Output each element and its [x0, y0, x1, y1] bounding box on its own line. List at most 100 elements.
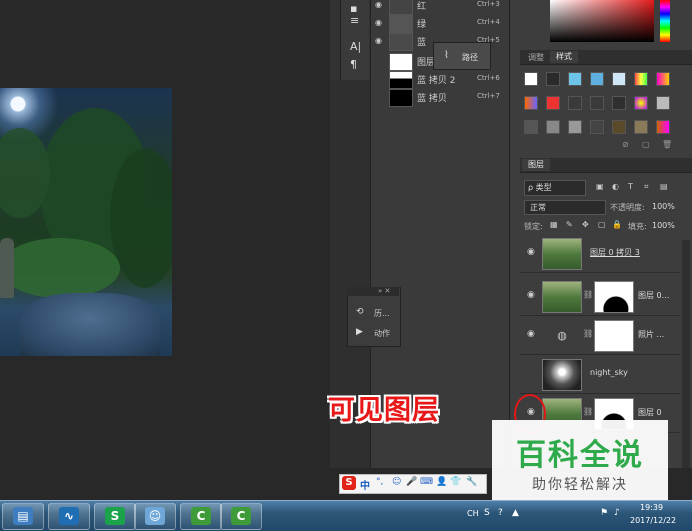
style-none-swatch[interactable] — [524, 72, 538, 86]
style-swatch[interactable] — [568, 72, 582, 86]
delete-style-icon[interactable]: 🗑 — [662, 140, 672, 149]
layer-row[interactable]: ◉ 图层 0 拷贝 3 — [520, 234, 680, 273]
paragraph-icon[interactable]: ¶ — [350, 58, 357, 71]
clock-date[interactable]: 2017/12/22 — [630, 516, 676, 525]
style-swatch[interactable] — [590, 96, 604, 110]
style-swatch[interactable] — [634, 96, 648, 110]
taskbar-item-explorer[interactable]: ▤ — [2, 503, 44, 530]
filter-pixel-icon[interactable]: ▣ — [596, 182, 604, 191]
style-swatch[interactable] — [612, 96, 626, 110]
eye-icon[interactable]: ◉ — [375, 0, 385, 9]
layer-name[interactable]: 图层 0 拷贝 3 — [590, 247, 640, 258]
style-swatch[interactable] — [634, 120, 648, 134]
tools-icon[interactable]: 🔧 — [466, 477, 477, 487]
chevron-up-icon[interactable]: ▲ — [512, 508, 519, 518]
lock-pixels-icon[interactable]: ✎ — [566, 220, 573, 229]
style-swatch[interactable] — [546, 120, 560, 134]
layer-mask-thumbnail[interactable] — [594, 281, 634, 313]
eye-icon[interactable]: ◉ — [527, 329, 535, 339]
style-swatch[interactable] — [656, 120, 670, 134]
style-swatch[interactable] — [524, 96, 538, 110]
history-icon[interactable]: ⟲ — [356, 307, 364, 317]
document-image[interactable] — [0, 88, 172, 356]
history-tab-label[interactable]: 历... — [374, 308, 390, 319]
filter-type-icon[interactable]: T — [628, 182, 633, 191]
layer-name[interactable]: night_sky — [590, 368, 628, 377]
fill-field[interactable]: 100% — [652, 221, 675, 230]
sogou-tray-icon[interactable]: S — [484, 508, 490, 518]
user-icon[interactable]: 👤 — [436, 477, 447, 487]
collapse-icon[interactable]: » ✕ — [378, 287, 390, 295]
taskbar-item-user[interactable]: ☺ — [134, 503, 176, 530]
play-icon[interactable]: ▶ — [356, 327, 363, 337]
style-swatch[interactable] — [612, 72, 626, 86]
style-swatch[interactable] — [656, 72, 670, 86]
new-style-icon[interactable]: ▢ — [642, 140, 650, 149]
lock-transparency-icon[interactable]: ▦ — [550, 220, 558, 229]
layer-row[interactable]: ◉ ◍ ⛓ 照片 ... — [520, 316, 680, 355]
style-swatch[interactable] — [612, 120, 626, 134]
hue-slider[interactable] — [660, 0, 670, 42]
adjust-sliders-icon[interactable]: ≡ — [350, 14, 359, 27]
filter-shape-icon[interactable]: ⌗ — [644, 182, 649, 192]
character-icon[interactable]: A| — [350, 40, 361, 53]
channel-row[interactable]: 蓝 拷贝 Ctrl+7 — [371, 88, 509, 107]
style-swatch[interactable] — [546, 96, 560, 110]
layer-name[interactable]: 照片 ... — [638, 329, 664, 340]
eye-icon[interactable]: ◉ — [527, 290, 535, 300]
layer-row[interactable]: night_sky — [520, 355, 680, 394]
style-swatch[interactable] — [568, 120, 582, 134]
color-picker-field[interactable] — [550, 0, 654, 42]
skin-icon[interactable]: 👕 — [450, 477, 461, 487]
style-swatch[interactable] — [546, 72, 560, 86]
lock-all-icon[interactable]: 🔒 — [612, 220, 622, 229]
flag-icon[interactable]: ⚑ — [600, 508, 608, 518]
link-icon[interactable]: ⛓ — [583, 329, 593, 338]
sogou-logo-icon[interactable]: S — [342, 476, 356, 490]
volume-icon[interactable]: ♪ — [614, 508, 620, 518]
opacity-field[interactable]: 100% — [652, 202, 675, 211]
link-icon[interactable]: ⛓ — [583, 290, 593, 299]
keyboard-icon[interactable]: ⌨ — [420, 477, 433, 487]
paths-tab-label[interactable]: 路径 — [462, 52, 478, 63]
filter-smart-icon[interactable]: ▤ — [660, 182, 668, 191]
layer-row[interactable]: ◉ ⛓ 图层 0... — [520, 277, 680, 316]
lock-position-icon[interactable]: ✥ — [582, 220, 589, 229]
tab-adjustments[interactable]: 调整 — [528, 52, 544, 63]
taskbar-item-camtasia[interactable]: C — [180, 503, 222, 530]
eye-icon[interactable]: ◉ — [527, 247, 535, 257]
style-swatch[interactable] — [634, 72, 648, 86]
taskbar-item-app[interactable]: ∿ — [48, 503, 90, 530]
panel-header[interactable] — [347, 287, 399, 296]
tab-layers[interactable]: 图层 — [522, 159, 550, 171]
eye-icon[interactable]: ◉ — [375, 36, 385, 45]
style-swatch[interactable] — [590, 120, 604, 134]
help-icon[interactable]: ? — [498, 508, 503, 518]
filter-adjust-icon[interactable]: ◐ — [612, 182, 619, 191]
clear-style-icon[interactable]: ⊘ — [622, 140, 629, 149]
link-icon[interactable]: ⛓ — [583, 407, 593, 416]
channel-row[interactable]: ◉ 绿 Ctrl+4 — [371, 14, 509, 33]
eye-icon[interactable]: ◉ — [375, 18, 385, 27]
style-swatch[interactable] — [656, 96, 670, 110]
tray-language[interactable]: CH — [467, 509, 479, 518]
taskbar-item-camtasia-2[interactable]: C — [220, 503, 262, 530]
layer-mask-thumbnail[interactable] — [594, 320, 634, 352]
voice-icon[interactable]: 🎤 — [406, 477, 417, 487]
emoji-icon[interactable]: ☺ — [392, 477, 401, 487]
layer-name[interactable]: 图层 0... — [638, 290, 669, 301]
actions-tab-label[interactable]: 动作 — [374, 328, 390, 339]
ime-mode-toggle[interactable]: 中 — [360, 477, 370, 492]
channel-row[interactable]: ◉ 红 Ctrl+3 — [371, 0, 509, 15]
layers-scrollbar[interactable] — [682, 240, 690, 468]
style-swatch[interactable] — [524, 120, 538, 134]
style-swatch[interactable] — [568, 96, 582, 110]
taskbar-item-sheet[interactable]: S — [94, 503, 136, 530]
clock-time[interactable]: 19:39 — [640, 503, 663, 512]
layer-name[interactable]: 图层 0 — [638, 407, 662, 418]
punctuation-icon[interactable]: °, — [376, 477, 383, 487]
lock-artboard-icon[interactable]: ▢ — [598, 220, 606, 229]
channel-row[interactable]: 蓝 拷贝 2 Ctrl+6 — [371, 70, 509, 89]
style-swatch[interactable] — [590, 72, 604, 86]
tab-styles[interactable]: 样式 — [550, 51, 578, 63]
